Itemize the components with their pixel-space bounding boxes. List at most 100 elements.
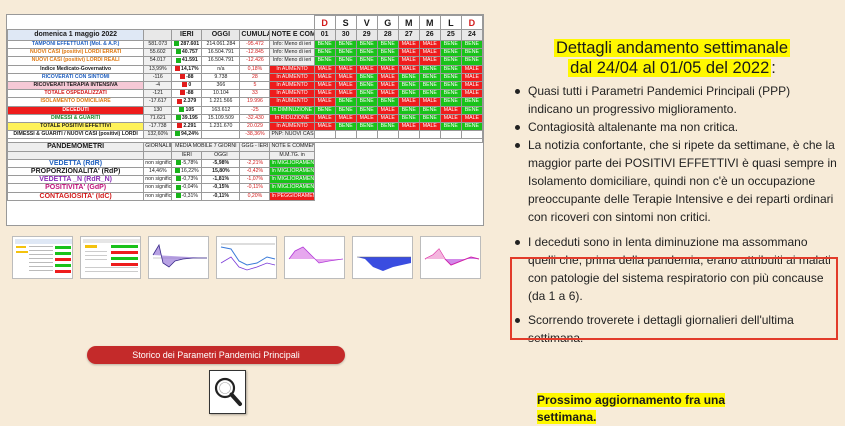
- storico-button[interactable]: Storico dei Parametri Pandemici Principa…: [87, 346, 345, 364]
- trend-dot: [180, 90, 186, 96]
- row-label: NUOVI CASI (positivi) LORDI ERRATI: [7, 48, 145, 58]
- status-mark: MALE: [460, 64, 483, 74]
- pand-note: In PEGGIORAMENTO: [269, 191, 315, 201]
- table-row: DIMESSI & GUARITI 71.621 39.195 15.109.509-…: [7, 113, 483, 124]
- blank-cell: [314, 143, 482, 151]
- pandemometro-row: PROPORZIONALITA' (RdP) 14,46% 16,22% 15,80%…: [7, 167, 483, 177]
- thumbnail-chart-3[interactable]: [284, 236, 345, 279]
- col-header-oggi: OGGI: [201, 29, 241, 41]
- status-mark: BENE: [313, 39, 336, 50]
- status-mark: BENE: [376, 97, 399, 107]
- thumbnail-table-2[interactable]: [80, 236, 141, 279]
- status-mark: MALE: [376, 89, 399, 99]
- blank-cell: [314, 151, 482, 159]
- day-header: L: [439, 15, 462, 30]
- trend-square: 287.601: [171, 39, 203, 50]
- status-mark: BENE: [460, 122, 483, 132]
- pand-diff: 0,20%: [239, 191, 271, 201]
- pandemometro-row: VEDETTA (RdR)non significativo-5,78%-5,9…: [7, 158, 483, 169]
- status-mark: MALE: [397, 64, 420, 74]
- trend-dot: [174, 41, 180, 47]
- row-label: TAMPONI EFFETTUATI (Mol. & A.P.): [7, 39, 145, 50]
- date-header: 30: [334, 29, 357, 41]
- row-label: DIMESSI & GUARITI: [7, 113, 145, 124]
- status-mark: [418, 130, 441, 140]
- thumbnail-chart-1[interactable]: [148, 236, 209, 279]
- cell-ieri: -17.617: [143, 97, 173, 107]
- pand-oggi: 15,80%: [201, 167, 241, 177]
- table-row: NUOVI CASI (positivi) LORDI REALI 54.017 4…: [7, 56, 483, 66]
- magnifier-graphic: [214, 377, 242, 406]
- pand-ieri: -0,73%: [171, 175, 203, 185]
- thumbnail-chart-2[interactable]: [216, 236, 277, 279]
- date-header: 27: [397, 29, 420, 41]
- date-header: 01: [313, 29, 336, 41]
- status-mark: BENE: [418, 105, 441, 115]
- status-mark: MALE: [313, 89, 336, 99]
- pand-diff: -1,07%: [239, 175, 271, 185]
- cell-diff: -32.430: [239, 113, 271, 124]
- status-mark: BENE: [460, 56, 483, 66]
- status-mark: MALE: [376, 105, 399, 115]
- pand-diff: -0,11%: [239, 183, 271, 193]
- row-label: TOTALE OSPEDALIZZATI: [7, 89, 145, 99]
- table-row: RICOVERATI TERAPIA INTENSIVA -4 0 366 5 In AU…: [7, 81, 483, 91]
- status-mark: MALE: [313, 81, 336, 91]
- blank-cell: [314, 168, 482, 176]
- table-thumb-graphic: [15, 239, 72, 273]
- status-mark: BENE: [376, 48, 399, 58]
- col-header-ieri: IERI: [171, 29, 203, 41]
- pand-oggi: -1,81%: [201, 175, 241, 185]
- table-thumb-graphic: [83, 239, 140, 272]
- status-mark: BENE: [313, 48, 336, 58]
- pand-giornaliero: non significativo: [143, 183, 173, 193]
- trend-square: 39.195: [171, 113, 203, 124]
- days-row: DSVGMMLD: [7, 15, 483, 30]
- pand-oggi: -5,98%: [201, 158, 241, 169]
- cell-ieri: 71.621: [143, 113, 173, 124]
- thumbnail-chart-5[interactable]: [420, 236, 481, 279]
- cell-cumulativo: 16.504.791: [201, 56, 241, 66]
- pand-note: In MIGLIORAMENTO: [269, 167, 315, 177]
- day-header: M: [397, 15, 420, 30]
- status-mark: MALE: [313, 97, 336, 107]
- status-mark: MALE: [418, 122, 441, 132]
- cell-cumulativo: 214.061.284: [201, 39, 241, 50]
- pand-giornaliero: non significativo: [143, 158, 173, 169]
- cell-diff: 20.029: [239, 122, 271, 132]
- status-mark: MALE: [355, 64, 378, 74]
- table-row: Indice Medicato-Governativo 13,99% 14,17% n…: [7, 64, 483, 74]
- thumbnail-chart-4[interactable]: [352, 236, 413, 279]
- cell-note: In AUMENTO: [269, 122, 315, 132]
- cell-oggi: 39.195: [181, 114, 198, 121]
- status-mark: MALE: [418, 56, 441, 66]
- chart-thumb-graphic: [288, 246, 344, 264]
- status-mark: MALE: [313, 122, 336, 132]
- trend-square: 2.379: [171, 97, 203, 107]
- status-mark: MALE: [376, 72, 399, 83]
- cell-cumulativo: 10.104: [201, 89, 241, 99]
- trend-dot: [177, 98, 183, 104]
- magnifier-icon[interactable]: [209, 370, 246, 414]
- cell-cumulativo: 366: [201, 81, 241, 91]
- status-mark: BENE: [355, 39, 378, 50]
- cell-note: Info: Meno di ieri: [269, 48, 315, 58]
- status-mark: MALE: [460, 81, 483, 91]
- pandemometro-row: VEDETTA _N (RdR_N)non significativo-0,73…: [7, 175, 483, 185]
- status-mark: BENE: [355, 72, 378, 83]
- pandemometri-title: PANDEMOMETRI: [7, 142, 145, 152]
- status-mark: BENE: [460, 105, 483, 115]
- pandemometro-row: POSITIVITA' (GdP)non significativo-0,04%…: [7, 183, 483, 193]
- row-label: Indice Medicato-Governativo: [7, 64, 145, 74]
- status-mark: BENE: [313, 105, 336, 115]
- pandemometro-label: POSITIVITA' (GdP): [7, 183, 145, 193]
- status-mark: [460, 130, 483, 140]
- cell-ieri: 13,99%: [143, 64, 173, 74]
- pand-oggi: -0,15%: [201, 183, 241, 193]
- cell-ieri: -116: [143, 72, 173, 83]
- status-mark: BENE: [439, 72, 462, 83]
- status-mark: MALE: [460, 113, 483, 124]
- day-header: M: [418, 15, 441, 30]
- cell-ieri: -17.738: [143, 122, 173, 132]
- thumbnail-table-1[interactable]: [12, 236, 73, 279]
